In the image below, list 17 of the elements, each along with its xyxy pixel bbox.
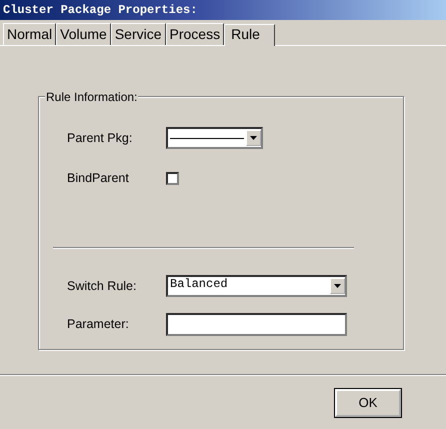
dropdown[interactable]: Balanced xyxy=(166,275,347,297)
dropdown-value: Balanced xyxy=(169,277,229,291)
tab[interactable]: Process xyxy=(166,23,224,45)
field-label: Parent Pkg: xyxy=(66,131,134,145)
dropdown[interactable] xyxy=(166,127,263,149)
group-title: Rule Information: xyxy=(45,90,138,104)
tab[interactable]: Service xyxy=(110,23,166,45)
ok-button[interactable]: OK xyxy=(335,388,401,416)
field-label: BindParent xyxy=(66,171,130,185)
input-field[interactable] xyxy=(166,312,347,336)
tab[interactable]: Rule xyxy=(224,24,275,46)
tab[interactable]: Volume xyxy=(56,23,111,45)
field-label: Switch Rule: xyxy=(66,279,138,293)
tab[interactable]: Normal xyxy=(3,23,56,45)
window-title: Cluster Package Properties: xyxy=(3,3,198,17)
field-label: Parameter: xyxy=(66,317,130,331)
checkbox[interactable] xyxy=(166,172,179,184)
